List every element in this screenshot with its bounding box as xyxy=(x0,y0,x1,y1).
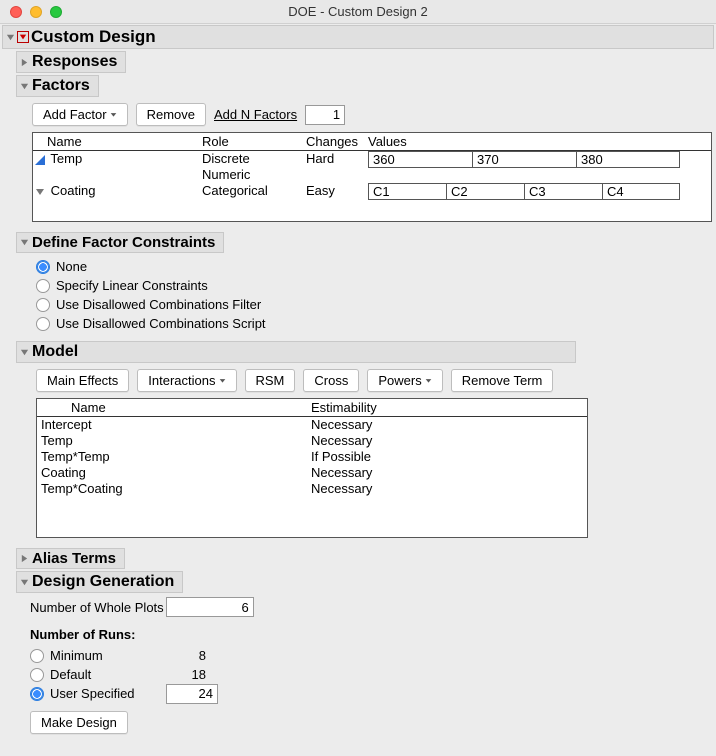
radio-icon[interactable] xyxy=(30,668,44,682)
section-title-responses: Responses xyxy=(32,53,117,71)
factor-changes[interactable]: Easy xyxy=(302,183,364,200)
radio-none[interactable]: None xyxy=(36,257,706,276)
section-title-factors: Factors xyxy=(32,77,90,95)
section-title-alias-terms: Alias Terms xyxy=(32,550,116,567)
radio-user-specified[interactable]: User Specified xyxy=(30,684,706,703)
add-factor-button[interactable]: Add Factor xyxy=(32,103,128,126)
radio-linear-constraints[interactable]: Specify Linear Constraints xyxy=(36,276,706,295)
factors-col-changes[interactable]: Changes xyxy=(302,133,364,150)
close-window-button[interactable] xyxy=(10,6,22,18)
factor-value[interactable]: C1 xyxy=(368,183,446,200)
model-col-name[interactable]: Name xyxy=(37,399,307,416)
factor-value[interactable]: 370 xyxy=(472,151,576,168)
factors-col-name[interactable]: Name xyxy=(33,133,198,150)
factor-role[interactable]: Discrete Numeric xyxy=(198,151,302,183)
model-col-estimability[interactable]: Estimability xyxy=(307,399,587,416)
rsm-button[interactable]: RSM xyxy=(245,369,296,392)
runs-minimum-value: 8 xyxy=(166,648,206,663)
factor-value[interactable]: C2 xyxy=(446,183,524,200)
factor-changes[interactable]: Hard xyxy=(302,151,364,183)
disclosure-constraints[interactable] xyxy=(19,237,30,248)
factors-table[interactable]: Name Role Changes Values Temp Discrete N… xyxy=(32,132,712,222)
section-title-design-generation: Design Generation xyxy=(32,573,174,591)
radio-icon[interactable] xyxy=(30,649,44,663)
add-n-factors-label: Add N Factors xyxy=(214,107,297,122)
radio-icon[interactable] xyxy=(30,687,44,701)
radio-icon[interactable] xyxy=(36,317,50,331)
factor-name: Coating xyxy=(51,183,96,198)
table-row[interactable]: Temp*TempIf Possible xyxy=(37,449,587,465)
add-n-factors-input[interactable] xyxy=(305,105,345,125)
factors-col-role[interactable]: Role xyxy=(198,133,302,150)
main-effects-button[interactable]: Main Effects xyxy=(36,369,129,392)
minimize-window-button[interactable] xyxy=(30,6,42,18)
powers-button[interactable]: Powers xyxy=(367,369,442,392)
table-row[interactable]: Coating Categorical Easy C1 C2 C3 C4 xyxy=(33,183,711,200)
model-table[interactable]: Name Estimability InterceptNecessary Tem… xyxy=(36,398,588,538)
disclosure-custom-design[interactable] xyxy=(5,32,16,43)
section-title-model: Model xyxy=(32,343,78,361)
whole-plots-input[interactable] xyxy=(166,597,254,617)
factor-value[interactable]: C3 xyxy=(524,183,602,200)
factor-value[interactable]: 360 xyxy=(368,151,472,168)
table-row[interactable]: CoatingNecessary xyxy=(37,465,587,481)
factor-name: Temp xyxy=(50,151,82,166)
factor-value[interactable]: C4 xyxy=(602,183,680,200)
table-row[interactable]: Temp*CoatingNecessary xyxy=(37,481,587,497)
cross-button[interactable]: Cross xyxy=(303,369,359,392)
table-row[interactable]: InterceptNecessary xyxy=(37,417,587,433)
factors-col-values[interactable]: Values xyxy=(364,133,711,150)
remove-button[interactable]: Remove xyxy=(136,103,206,126)
make-design-button[interactable]: Make Design xyxy=(30,711,128,734)
disclosure-model[interactable] xyxy=(19,347,30,358)
disclosure-factors[interactable] xyxy=(19,81,30,92)
section-title-constraints: Define Factor Constraints xyxy=(32,234,215,251)
red-triangle-menu-custom-design[interactable] xyxy=(17,31,29,43)
radio-default[interactable]: Default 18 xyxy=(30,665,706,684)
disclosure-alias-terms[interactable] xyxy=(19,553,30,564)
zoom-window-button[interactable] xyxy=(50,6,62,18)
nominal-icon xyxy=(35,187,45,197)
disclosure-responses[interactable] xyxy=(19,57,30,68)
runs-default-value: 18 xyxy=(166,667,206,682)
factor-value[interactable]: 380 xyxy=(576,151,680,168)
radio-icon[interactable] xyxy=(36,279,50,293)
table-row[interactable]: TempNecessary xyxy=(37,433,587,449)
window-title-bar: DOE - Custom Design 2 xyxy=(0,0,716,24)
radio-disallowed-filter[interactable]: Use Disallowed Combinations Filter xyxy=(36,295,706,314)
continuous-icon xyxy=(35,155,45,165)
user-specified-runs-input[interactable] xyxy=(166,684,218,704)
whole-plots-label: Number of Whole Plots xyxy=(30,600,164,615)
radio-icon[interactable] xyxy=(36,260,50,274)
remove-term-button[interactable]: Remove Term xyxy=(451,369,554,392)
radio-minimum[interactable]: Minimum 8 xyxy=(30,646,706,665)
radio-disallowed-script[interactable]: Use Disallowed Combinations Script xyxy=(36,314,706,333)
disclosure-design-generation[interactable] xyxy=(19,577,30,588)
section-title-custom-design: Custom Design xyxy=(31,27,156,47)
table-row[interactable]: Temp Discrete Numeric Hard 360 370 380 xyxy=(33,151,711,183)
radio-icon[interactable] xyxy=(36,298,50,312)
factor-role[interactable]: Categorical xyxy=(198,183,302,200)
interactions-button[interactable]: Interactions xyxy=(137,369,236,392)
add-factor-label: Add Factor xyxy=(43,107,107,122)
window-title: DOE - Custom Design 2 xyxy=(0,4,716,19)
number-of-runs-label: Number of Runs: xyxy=(30,627,706,642)
